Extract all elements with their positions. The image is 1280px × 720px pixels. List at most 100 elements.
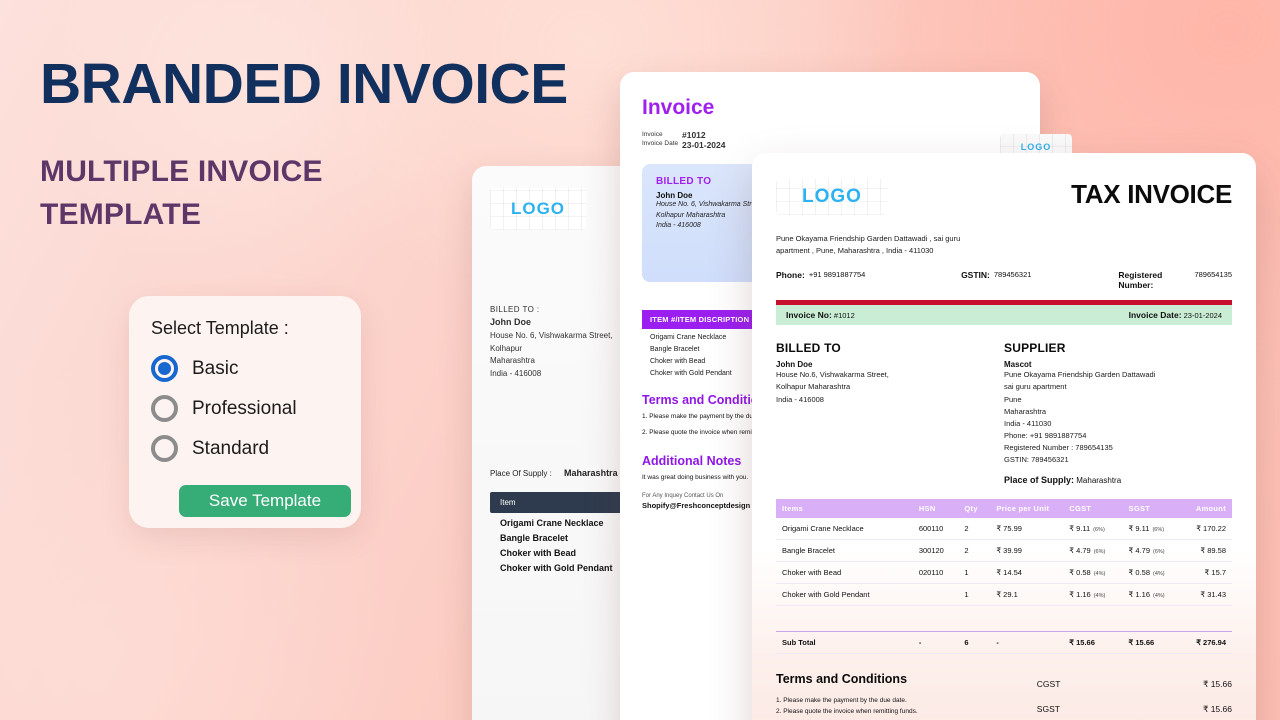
cell-sgst-amount: ₹ 4.79 [1128,546,1150,556]
cell-qty: 1 [958,561,991,585]
standard-pos-value: Maharashtra [1076,476,1122,486]
table-row: Choker with Gold Pendant 1 ₹ 29.1 ₹ 1.16… [776,583,1232,607]
cell-cgst-amount: ₹ 9.11 [1069,524,1091,534]
table-header-row: Items HSN Qty Price per Unit CGST SGST A… [776,499,1232,519]
subtotal-qty: 6 [958,631,991,655]
standard-invoice-date: Invoice Date: 23-01-2024 [1129,310,1222,320]
standard-gstin: GSTIN: 789456321 [961,270,1118,290]
cell-amount: ₹ 170.22 [1181,518,1232,541]
radio-icon-standard[interactable] [151,435,178,462]
template-selector-card: Select Template : Basic Professional Sta… [129,296,361,528]
cell-cgst: ₹ 9.11 (6%) [1063,518,1123,541]
radio-icon-professional[interactable] [151,395,178,422]
standard-footer-left: Terms and Conditions 1. Please make the … [776,672,1027,720]
col-price: Price per Unit [990,499,1064,519]
cell-sgst-amount: ₹ 9.11 [1128,524,1150,534]
standard-terms-line: 2. Please quote the invoice when remitti… [776,708,918,716]
standard-supplier-name: Mascot [1004,360,1032,370]
radio-icon-basic[interactable] [151,355,178,382]
cell-sgst: ₹ 1.16 (4%) [1122,583,1182,607]
cell-item: Origami Crane Necklace [776,518,913,541]
cell-hsn: 300120 [912,539,959,563]
cell-sgst: ₹ 9.11 (6%) [1122,518,1182,541]
standard-company-address-line: apartment , Pune, Maharashtra , India - … [776,245,934,255]
cell-hsn: 020110 [912,561,959,585]
standard-invoice-no-label: Invoice No: [786,310,832,321]
cell-cgst-pct: (6%) [1093,549,1106,556]
standard-invoice-bar: Invoice No: #1012 Invoice Date: 23-01-20… [776,305,1232,326]
standard-billed-address-line: India - 416008 [776,394,824,404]
cell-price: ₹ 14.54 [990,561,1064,585]
professional-meta-value: 23-01-2024 [682,140,726,151]
standard-supplier-address-line: Pune [1004,394,1022,404]
radio-option-standard[interactable]: Standard [151,435,341,462]
professional-meta-key: Invoice [642,131,663,138]
cell-sgst-amount: ₹ 0.58 [1128,568,1150,578]
standard-invoice-no-value: #1012 [833,311,855,321]
standard-contact-meta: Phone: +91 9891887754 GSTIN: 789456321 R… [776,270,1232,290]
standard-phone-value: +91 9891887754 [808,270,866,280]
cell-sgst-pct: (6%) [1152,527,1165,534]
standard-company-address-line: Pune Okayama Friendship Garden Dattawadi… [776,234,961,243]
col-cgst: CGST [1063,499,1123,519]
cell-sgst-pct: (4%) [1152,571,1165,578]
subtotal-label: Sub Total [776,631,913,655]
summary-label: SGST [1036,704,1060,715]
standard-pos-label: Place of Supply: [1004,475,1075,486]
standard-terms-heading: Terms and Conditions [776,672,908,687]
subtotal-sgst: ₹ 15.66 [1122,631,1182,655]
cell-amount: ₹ 31.43 [1181,583,1232,607]
summary-row-sgst: SGST ₹ 15.66 [1037,697,1232,720]
selector-title: Select Template : [151,318,289,338]
invoice-preview-standard[interactable]: LOGO TAX INVOICE Pune Okayama Friendship… [752,153,1256,720]
professional-meta-value: #1012 [682,130,706,140]
col-items: Items [776,499,913,519]
save-template-button[interactable]: Save Template [179,485,351,517]
standard-supplier-address-line: Pune Okayama Friendship Garden Dattawadi [1004,370,1156,380]
standard-company-address: Pune Okayama Friendship Garden Dattawadi… [776,233,1232,256]
professional-meta: Invoice Invoice Date #1012 23-01-2024 [642,130,1018,150]
table-row: Choker with Bead 020110 1 ₹ 14.54 ₹ 0.58… [776,561,1232,585]
standard-supplier-address-line: Phone: +91 9891887754 [1004,430,1087,440]
table-spacer-cell [776,606,1232,632]
standard-billed-heading: BILLED TO [776,341,841,356]
page-subtitle: MULTIPLE INVOICE TEMPLATE [40,154,323,232]
standard-gstin-label: GSTIN: [961,270,990,281]
col-qty: Qty [958,499,991,519]
standard-summary: CGST ₹ 15.66 SGST ₹ 15.66 Discount - ₹ 1… [1027,672,1232,720]
standard-items-table: Items HSN Qty Price per Unit CGST SGST A… [776,499,1232,655]
cell-amount: ₹ 15.7 [1181,561,1232,585]
logo-text: LOGO [1020,142,1052,152]
cell-price: ₹ 39.99 [990,539,1064,563]
cell-sgst-amount: ₹ 1.16 [1128,590,1150,600]
cell-price: ₹ 75.99 [990,518,1064,541]
standard-place-of-supply: Place of Supply: Maharashtra [1004,475,1232,485]
radio-option-basic[interactable]: Basic [151,355,341,382]
standard-registered-number: Registered Number: 789654135 [1118,270,1232,290]
col-amount: Amount [1181,499,1232,519]
cell-hsn: 600110 [912,518,959,541]
cell-qty: 1 [958,583,991,607]
radio-label-basic: Basic [192,357,239,379]
standard-terms: 1. Please make the payment by the due da… [776,696,1027,717]
subtotal-cgst: ₹ 15.66 [1063,631,1123,655]
cell-sgst: ₹ 4.79 (6%) [1122,539,1182,563]
radio-option-professional[interactable]: Professional [151,395,341,422]
standard-regno-value: 789654135 [1194,270,1232,280]
standard-supplier-address-line: sai guru apartment [1004,382,1067,392]
col-hsn: HSN [912,499,959,519]
radio-label-professional: Professional [192,397,297,419]
standard-supplier-address-line: Registered Number : 789654135 [1004,443,1113,453]
standard-phone-label: Phone: [776,270,805,281]
summary-value: ₹ 15.66 [1202,704,1232,715]
cell-cgst-amount: ₹ 4.79 [1069,546,1091,556]
standard-invoice-date-label: Invoice Date: [1128,310,1182,321]
cell-sgst-pct: (6%) [1152,549,1165,556]
standard-supplier-address-line: Maharashtra [1004,406,1047,416]
standard-invoice-no: Invoice No: #1012 [786,310,855,320]
logo-text: LOGO [802,186,862,207]
table-row: Bangle Bracelet 300120 2 ₹ 39.99 ₹ 4.79(… [776,539,1232,563]
cell-item: Bangle Bracelet [776,539,913,563]
basic-pos-label: Place Of Supply : [490,468,552,478]
cell-sgst-pct: (4%) [1152,593,1165,600]
